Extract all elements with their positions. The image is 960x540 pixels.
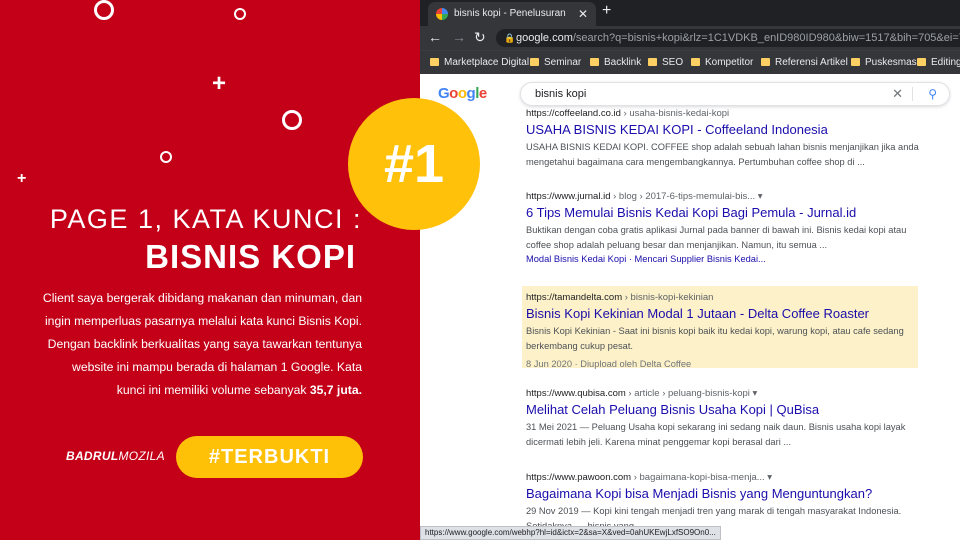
search-icon[interactable]: ⚲ xyxy=(928,83,937,105)
headline-line1: PAGE 1, KATA KUNCI : xyxy=(49,204,362,234)
result-item: https://www.jurnal.id › blog › 2017-6-ti… xyxy=(526,191,926,264)
lock-icon: 🔒 xyxy=(504,33,516,43)
address-toolbar: ← → ↻ 🔒 google.com/search?q=bisnis+kopi&r… xyxy=(420,26,960,50)
folder-icon xyxy=(430,58,439,67)
result-snippet: USAHA BISNIS KEDAI KOPI. COFFEE shop ada… xyxy=(526,142,919,167)
url-bar[interactable]: 🔒 google.com/search?q=bisnis+kopi&rlz=1C1… xyxy=(496,29,960,47)
folder-icon xyxy=(590,58,599,67)
result-snippet: 31 Mei 2021 — Peluang Usaha kopi sekaran… xyxy=(526,422,906,447)
result-url[interactable]: https://www.jurnal.id › blog › 2017-6-ti… xyxy=(526,191,926,202)
folder-icon xyxy=(851,58,860,67)
bookmark-item[interactable]: Marketplace Digital xyxy=(430,57,529,69)
proof-badge: #TERBUKTI xyxy=(176,436,363,478)
bookmarks-bar: Marketplace Digital Seminar Backlink SEO… xyxy=(420,50,960,74)
bookmark-item[interactable]: Editing xyxy=(917,57,960,69)
divider xyxy=(912,87,913,101)
search-header: Google bisnis kopi ✕ ⚲ xyxy=(420,74,960,112)
folder-icon xyxy=(530,58,539,67)
folder-icon xyxy=(648,58,657,67)
search-input[interactable]: bisnis kopi ✕ ⚲ xyxy=(520,82,950,106)
folder-icon xyxy=(761,58,770,67)
decor-ring xyxy=(160,151,172,163)
headline-keyword: BISNIS KOPI xyxy=(145,238,356,275)
close-tab-icon[interactable]: ✕ xyxy=(578,2,588,26)
result-item: https://www.pawoon.com › bagaimana-kopi-… xyxy=(526,472,926,534)
google-logo[interactable]: Google xyxy=(438,85,487,102)
url-path: /search?q=bisnis+kopi&rlz=1C1VDKB_enID98… xyxy=(572,32,960,44)
result-item-highlighted: https://tamandelta.com › bisnis-kopi-kek… xyxy=(526,292,926,372)
decor-ring xyxy=(234,8,246,20)
brand-bold: BADRUL xyxy=(66,449,119,463)
decor-ring xyxy=(94,0,114,20)
brand-name: BADRULMOZILA xyxy=(66,449,165,463)
result-url[interactable]: https://tamandelta.com › bisnis-kopi-kek… xyxy=(526,292,926,303)
result-item: https://www.qubisa.com › article › pelua… xyxy=(526,388,926,450)
bookmark-item[interactable]: Referensi Artikel xyxy=(761,57,848,69)
result-snippet: Bisnis Kopi Kekinian - Saat ini bisnis k… xyxy=(526,326,904,351)
bookmark-item[interactable]: Puskesmas xyxy=(851,57,917,69)
folder-icon xyxy=(691,58,700,67)
result-url[interactable]: https://www.qubisa.com › article › pelua… xyxy=(526,388,926,399)
new-tab-button[interactable]: + xyxy=(602,2,611,20)
forward-arrow-icon[interactable]: → xyxy=(452,29,466,45)
browser-tab[interactable]: bisnis kopi - Penelusuran Google ✕ xyxy=(428,2,596,43)
clear-icon[interactable]: ✕ xyxy=(892,83,903,105)
reload-icon[interactable]: ↻ xyxy=(474,29,486,46)
result-title-link[interactable]: Bisnis Kopi Kekinian Modal 1 Jutaan - De… xyxy=(526,306,926,321)
result-title-link[interactable]: Melihat Celah Peluang Bisnis Usaha Kopi … xyxy=(526,402,926,417)
result-title-link[interactable]: USAHA BISNIS KEDAI KOPI - Coffeeland Ind… xyxy=(526,122,926,137)
result-title-link[interactable]: Bagaimana Kopi bisa Menjadi Bisnis yang … xyxy=(526,486,926,501)
url-domain: google.com xyxy=(516,32,573,44)
description-volume: 35,7 juta. xyxy=(309,383,362,397)
bookmark-item[interactable]: Kompetitor xyxy=(691,57,753,69)
promo-panel: + + PAGE 1, KATA KUNCI : BISNIS KOPI Cli… xyxy=(0,0,420,540)
result-date: 8 Jun 2020 · Diupload oleh Delta Coffee xyxy=(526,359,692,369)
result-url[interactable]: https://www.pawoon.com › bagaimana-kopi-… xyxy=(526,472,926,483)
result-snippet: Buktikan dengan coba gratis aplikasi Jur… xyxy=(526,225,907,250)
decor-plus: + xyxy=(17,170,27,187)
browser-window: bisnis kopi - Penelusuran Google ✕ + ← →… xyxy=(420,0,960,540)
description-main: Client saya bergerak dibidang makanan da… xyxy=(42,291,362,397)
decor-plus: + xyxy=(212,70,227,97)
result-item: https://coffeeland.co.id › usaha-bisnis-… xyxy=(526,108,926,170)
result-title-link[interactable]: 6 Tips Memulai Bisnis Kedai Kopi Bagi Pe… xyxy=(526,205,926,220)
bookmark-item[interactable]: SEO xyxy=(648,57,683,69)
brand-regular: MOZILA xyxy=(118,449,165,463)
google-favicon-icon xyxy=(436,8,448,20)
tab-strip: bisnis kopi - Penelusuran Google ✕ + xyxy=(420,0,960,43)
rank-badge: #1 xyxy=(348,98,480,230)
folder-icon xyxy=(917,58,926,67)
bookmark-item[interactable]: Backlink xyxy=(590,57,641,69)
result-url[interactable]: https://coffeeland.co.id › usaha-bisnis-… xyxy=(526,108,926,119)
search-results: https://coffeeland.co.id › usaha-bisnis-… xyxy=(420,108,960,531)
description: Client saya bergerak dibidang makanan da… xyxy=(42,287,362,402)
bookmark-item[interactable]: Seminar xyxy=(530,57,581,69)
decor-ring xyxy=(282,110,302,130)
search-query: bisnis kopi xyxy=(535,88,587,100)
result-sitelinks[interactable]: Modal Bisnis Kedai Kopi · Mencari Suppli… xyxy=(526,254,926,264)
back-arrow-icon[interactable]: ← xyxy=(428,29,442,45)
status-bar: https://www.google.com/webhp?hl=id&ictx=… xyxy=(420,526,721,540)
